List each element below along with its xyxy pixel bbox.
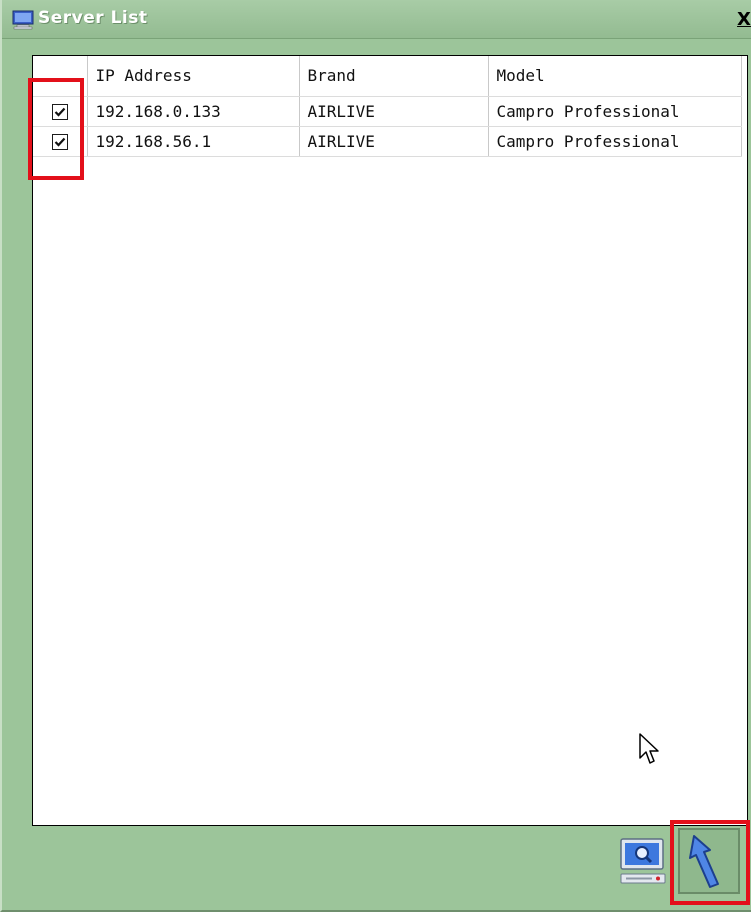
column-header-select xyxy=(33,56,88,97)
ip-address-cell: 192.168.0.133 xyxy=(87,96,300,127)
back-button[interactable] xyxy=(678,828,740,894)
search-server-button[interactable] xyxy=(618,836,668,886)
title-bar: Server List X xyxy=(2,0,751,39)
server-list-window: Server List X IP Address Brand Model 192… xyxy=(0,0,751,912)
monitor-search-icon xyxy=(620,838,666,884)
ip-address-cell: 192.168.56.1 xyxy=(87,126,300,157)
table-row[interactable]: 192.168.56.1 AIRLIVE Campro Professional xyxy=(33,126,742,157)
table-header-row: IP Address Brand Model xyxy=(33,56,742,97)
server-table: IP Address Brand Model 192.168.0.133 AIR… xyxy=(33,56,742,157)
row-select-cell xyxy=(33,96,88,127)
column-header-brand[interactable]: Brand xyxy=(299,56,489,97)
table-row[interactable]: 192.168.0.133 AIRLIVE Campro Professiona… xyxy=(33,96,742,127)
column-header-model[interactable]: Model xyxy=(488,56,742,97)
model-cell: Campro Professional xyxy=(488,126,742,157)
server-list-panel: IP Address Brand Model 192.168.0.133 AIR… xyxy=(32,55,748,826)
back-arrow-icon xyxy=(689,835,719,888)
model-cell: Campro Professional xyxy=(488,96,742,127)
row-checkbox[interactable] xyxy=(51,134,68,150)
window-title: Server List xyxy=(38,8,148,28)
row-checkbox[interactable] xyxy=(51,104,68,120)
mouse-cursor-icon xyxy=(639,733,659,764)
brand-cell: AIRLIVE xyxy=(299,96,489,127)
column-header-ip[interactable]: IP Address xyxy=(87,56,300,97)
row-select-cell xyxy=(33,126,88,157)
brand-cell: AIRLIVE xyxy=(299,126,489,157)
close-button[interactable]: X xyxy=(735,10,751,30)
computer-icon xyxy=(12,10,34,30)
checkmark-icon xyxy=(54,137,66,147)
checkmark-icon xyxy=(54,107,66,117)
